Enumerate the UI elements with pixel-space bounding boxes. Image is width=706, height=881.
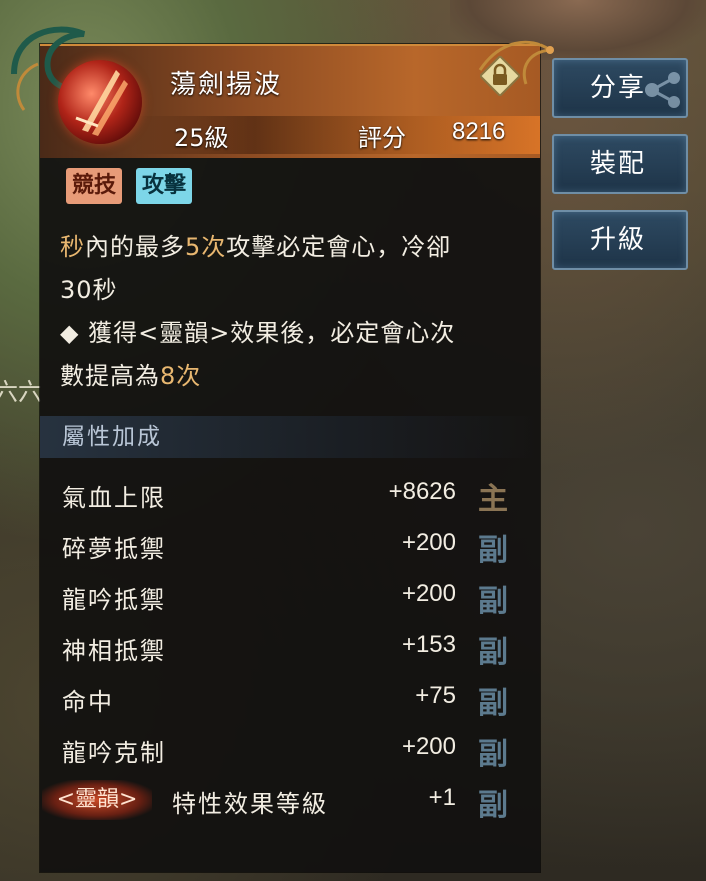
equip-button[interactable]: 裝配 — [552, 134, 688, 194]
description-line-4: 數提高為8次 — [60, 362, 202, 390]
description-line-1: 秒內的最多5次攻擊必定會心，冷卻 — [60, 233, 452, 261]
sub-stat-badge: 副 — [478, 533, 508, 568]
item-description: 秒內的最多5次攻擊必定會心，冷卻 30秒 ◆ 獲得<靈韻>效果後，必定會心次 數… — [60, 214, 530, 410]
description-line-3: ◆ 獲得<靈韻>效果後，必定會心次 — [60, 319, 456, 347]
description-cutoff-line — [60, 214, 530, 226]
sub-stat-badge: 副 — [478, 788, 508, 823]
score-value: 8216 — [452, 118, 506, 145]
tag-arena: 競技 — [66, 168, 123, 204]
sub-stat-badge: 副 — [478, 686, 508, 721]
share-icon — [645, 72, 680, 108]
sub-stat-badge: 副 — [478, 584, 508, 619]
attribute-row: 命中 +75 副 — [40, 676, 540, 727]
sword-emblem-icon — [58, 60, 142, 144]
item-tooltip-panel: 蕩劍揚波 25級 評分 8216 競技 攻擊 秒內的最多5次攻擊必定會心，冷卻 … — [11, 26, 555, 872]
attribute-row: 龍吟克制 +200 副 — [40, 727, 540, 778]
special-attribute-row: <靈韻> 特性效果等級 +1 副 — [40, 778, 540, 829]
description-line-2: 30秒 — [60, 276, 118, 304]
main-stat-badge: 主 — [478, 482, 508, 517]
item-name: 蕩劍揚波 — [170, 70, 283, 100]
lingyun-tag: <靈韻> — [42, 780, 152, 820]
attribute-row: 龍吟抵禦 +200 副 — [40, 574, 540, 625]
attribute-row: 氣血上限 +8626 主 — [40, 472, 540, 523]
tag-attack: 攻擊 — [136, 168, 193, 204]
lock-icon[interactable] — [480, 56, 520, 96]
attribute-row: 神相抵禦 +153 副 — [40, 625, 540, 676]
share-button[interactable]: 分享 — [552, 58, 688, 118]
attribute-row: 碎夢抵禦 +200 副 — [40, 523, 540, 574]
upgrade-button[interactable]: 升級 — [552, 210, 688, 270]
attributes-section-title: 屬性加成 — [40, 416, 540, 458]
sub-stat-badge: 副 — [478, 635, 508, 670]
item-level: 25級 — [174, 124, 229, 152]
score-label: 評分 — [358, 124, 406, 152]
sub-stat-badge: 副 — [478, 737, 508, 772]
background-world-text: 六六 — [0, 378, 42, 406]
attribute-list: 氣血上限 +8626 主 碎夢抵禦 +200 副 龍吟抵禦 +200 副 神相抵… — [40, 472, 540, 829]
